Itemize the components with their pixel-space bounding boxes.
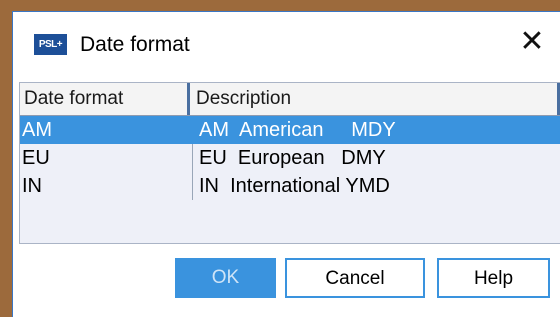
table-header: Date format Description	[20, 83, 560, 116]
column-header-description[interactable]: Description	[192, 83, 560, 115]
table-row[interactable]: IN IN International YMD	[20, 172, 560, 200]
dialog-title: Date format	[80, 33, 190, 56]
ok-button[interactable]: OK	[175, 258, 276, 298]
cell-description: IN International YMD	[192, 172, 390, 200]
cell-description: AM American MDY	[199, 119, 396, 141]
close-icon[interactable]: ✕	[516, 26, 548, 58]
cell-date-format: EU	[22, 147, 50, 169]
cancel-button[interactable]: Cancel	[285, 258, 425, 298]
date-format-table: Date format Description AM AM American M…	[19, 82, 560, 244]
cell-date-format: IN	[22, 175, 42, 197]
help-button[interactable]: Help	[437, 258, 550, 298]
psl-app-icon: PSL+	[34, 34, 67, 55]
table-row[interactable]: EU EU European DMY	[20, 144, 560, 172]
table-body: AM AM American MDY EU EU European DMY IN…	[20, 116, 560, 200]
title-bar: PSL+ Date format ✕	[13, 12, 560, 74]
column-header-date-format[interactable]: Date format	[20, 83, 190, 115]
table-row[interactable]: AM AM American MDY	[20, 116, 560, 144]
cell-description: EU European DMY	[192, 144, 386, 172]
date-format-dialog: PSL+ Date format ✕ Date format Descripti…	[12, 11, 560, 317]
cell-date-format: AM	[22, 119, 52, 141]
